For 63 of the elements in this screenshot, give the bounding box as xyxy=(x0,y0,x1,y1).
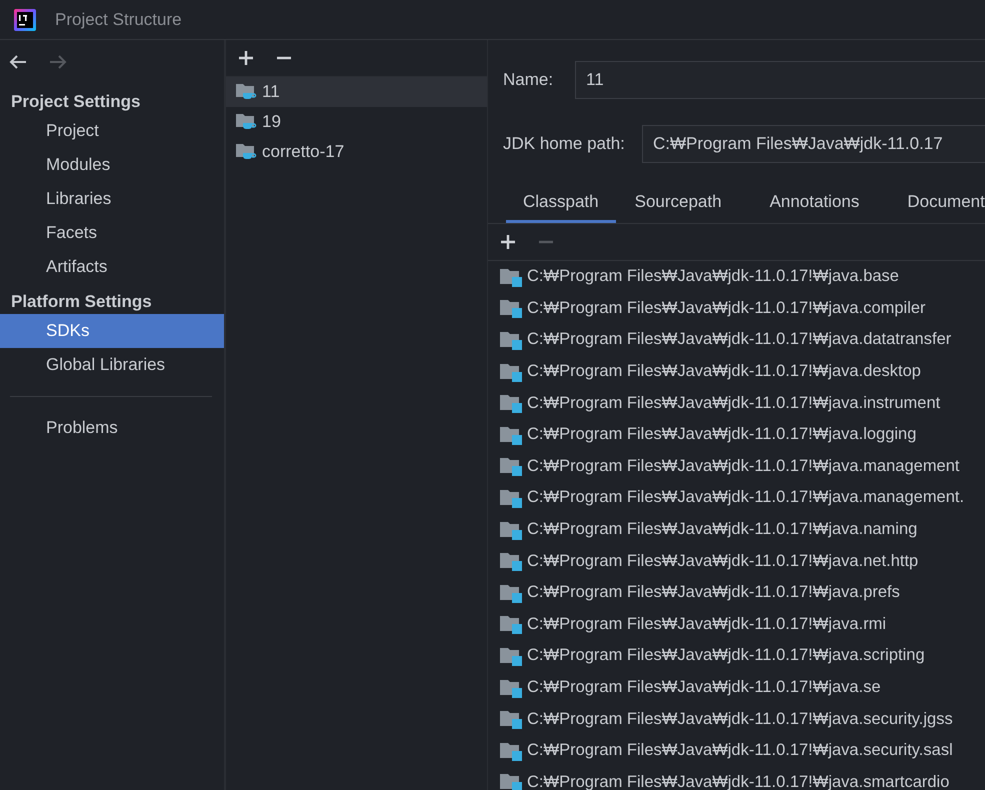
classpath-entry[interactable]: C:₩Program Files₩Java₩jdk-11.0.17!₩java.management xyxy=(527,456,960,476)
sdk-item[interactable]: 19 xyxy=(226,107,487,137)
classpath-entry[interactable]: C:₩Program Files₩Java₩jdk-11.0.17!₩java.rmi xyxy=(527,614,886,634)
folder-icon xyxy=(500,646,522,666)
classpath-entry[interactable]: C:₩Program Files₩Java₩jdk-11.0.17!₩java.scripting xyxy=(527,646,925,666)
folder-icon xyxy=(500,266,522,287)
classpath-entry[interactable]: C:₩Program Files₩Java₩jdk-11.0.17!₩java.datatransfer xyxy=(527,330,952,350)
folder-icon xyxy=(500,456,522,476)
jdk-home-path-label: JDK home path: xyxy=(502,134,626,154)
folder-icon xyxy=(500,582,522,603)
classpath-entry[interactable]: C:₩Program Files₩Java₩jdk-11.0.17!₩java.net.http xyxy=(527,552,918,571)
sidebar-item[interactable]: Global Libraries xyxy=(0,348,224,382)
folder-icon xyxy=(500,362,522,382)
folder-icon xyxy=(500,330,522,350)
folder-icon xyxy=(500,520,522,540)
sidebar-item[interactable]: Libraries xyxy=(0,182,224,216)
classpath-entry[interactable]: C:₩Program Files₩Java₩jdk-11.0.17!₩java.naming xyxy=(527,520,918,540)
sdk-item[interactable]: 11 xyxy=(226,77,487,107)
sidebar-item[interactable]: Artifacts xyxy=(0,250,224,284)
folder-icon xyxy=(500,709,522,730)
window-title: Project Structure xyxy=(55,10,182,30)
tab[interactable]: Classpath xyxy=(506,182,616,223)
name-field[interactable]: 11 xyxy=(575,61,985,99)
add-icon[interactable] xyxy=(500,234,516,250)
folder-icon xyxy=(500,393,522,414)
classpath-entry[interactable]: C:₩Program Files₩Java₩jdk-11.0.17!₩java.security.jgss xyxy=(527,710,953,729)
classpath-entry[interactable]: C:₩Program Files₩Java₩jdk-11.0.17!₩java.logging xyxy=(527,425,916,444)
classpath-entry[interactable]: C:₩Program Files₩Java₩jdk-11.0.17!₩java.compiler xyxy=(527,298,926,318)
folder-icon xyxy=(500,488,522,508)
folder-icon xyxy=(500,551,522,572)
section-heading: Project Settings xyxy=(10,91,142,113)
classpath-entry[interactable]: C:₩Program Files₩Java₩jdk-11.0.17!₩java.base xyxy=(527,267,899,286)
sidebar-item[interactable]: Facets xyxy=(0,216,224,250)
folder-cup-icon xyxy=(236,82,258,102)
classpath-entry[interactable]: C:₩Program Files₩Java₩jdk-11.0.17!₩java.desktop xyxy=(527,362,921,382)
classpath-entry[interactable]: C:₩Program Files₩Java₩jdk-11.0.17!₩java.prefs xyxy=(527,583,900,602)
back-arrow-icon[interactable] xyxy=(8,54,28,70)
folder-icon xyxy=(500,424,522,445)
name-label: Name: xyxy=(502,70,554,90)
sidebar-item[interactable]: Modules xyxy=(0,148,224,182)
tab[interactable]: Annotations xyxy=(752,182,876,223)
sdk-item[interactable]: corretto-17 xyxy=(226,137,487,167)
tab[interactable]: Document xyxy=(890,182,985,223)
classpath-entry[interactable]: C:₩Program Files₩Java₩jdk-11.0.17!₩java.security.sasl xyxy=(527,741,953,760)
folder-icon xyxy=(500,772,522,790)
tab[interactable]: Sourcepath xyxy=(618,182,739,223)
section-heading: Platform Settings xyxy=(10,291,153,313)
jdk-home-path-field[interactable]: C:₩Program Files₩Java₩jdk-11.0.17 xyxy=(642,125,985,163)
add-icon[interactable] xyxy=(238,50,254,66)
sidebar-item[interactable]: Problems xyxy=(0,411,224,445)
classpath-entry[interactable]: C:₩Program Files₩Java₩jdk-11.0.17!₩java.smartcardio xyxy=(527,772,950,790)
classpath-entry[interactable]: C:₩Program Files₩Java₩jdk-11.0.17!₩java.management. xyxy=(527,488,964,508)
classpath-entry[interactable]: C:₩Program Files₩Java₩jdk-11.0.17!₩java.instrument xyxy=(527,394,940,413)
folder-icon xyxy=(500,740,522,761)
folder-icon xyxy=(500,678,522,698)
folder-icon xyxy=(500,298,522,318)
folder-cup-icon xyxy=(236,142,258,162)
folder-cup-icon xyxy=(236,112,258,132)
sidebar-item[interactable]: SDKs xyxy=(0,314,224,348)
folder-icon xyxy=(500,614,522,634)
classpath-entry[interactable]: C:₩Program Files₩Java₩jdk-11.0.17!₩java.se xyxy=(527,678,881,698)
app-logo-icon xyxy=(14,8,36,30)
sidebar-item[interactable]: Project xyxy=(0,114,224,148)
